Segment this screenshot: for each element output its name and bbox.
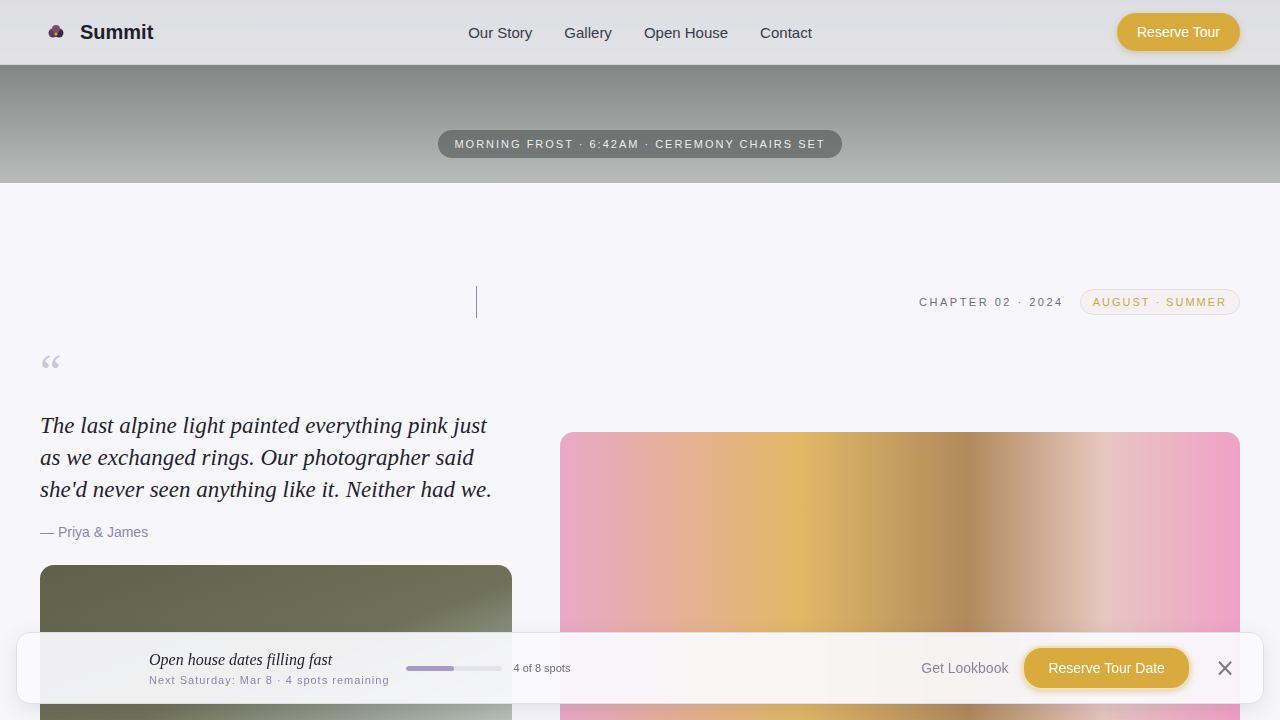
hero: Summit Our Story Gallery Open House Contact R… bbox=[0, 0, 1280, 183]
nav: Our Story Gallery Open House Contact bbox=[468, 24, 812, 41]
header: Summit Our Story Gallery Open House Contact R… bbox=[0, 0, 1280, 65]
banner-title: Open house dates filling fast bbox=[149, 651, 390, 669]
reserve-tour-date-button[interactable]: Reserve Tour Date bbox=[1022, 646, 1190, 690]
banner-subtitle: Next Saturday: Mar 8 · 4 spots remaining bbox=[149, 674, 390, 686]
quote: The last alpine light painted everything… bbox=[40, 410, 512, 506]
nav-link[interactable]: Contact bbox=[760, 24, 812, 41]
quote-mark: “ bbox=[40, 352, 512, 388]
lookbook-link[interactable]: Get Lookbook bbox=[921, 660, 1008, 676]
page: Summit Our Story Gallery Open House Contact R… bbox=[0, 0, 1280, 720]
season-badge: AUGUST · SUMMER bbox=[1080, 289, 1240, 315]
spots-progress bbox=[406, 666, 502, 671]
nav-link[interactable]: Open House bbox=[644, 24, 728, 41]
chapter-label: CHAPTER 02 · 2024 bbox=[919, 296, 1064, 308]
spots-reading: 4 of 8 spots bbox=[514, 662, 571, 674]
attribution: — Priya & James bbox=[40, 524, 512, 540]
open-house-banner: Open house dates filling fast Next Saturd… bbox=[16, 632, 1264, 704]
brand[interactable]: Summit bbox=[40, 21, 468, 44]
nav-link[interactable]: Our Story bbox=[468, 24, 532, 41]
logo-icon bbox=[46, 22, 66, 42]
hero-caption: MORNING FROST · 6:42AM · CEREMONY CHAIRS… bbox=[438, 130, 841, 158]
brand-name: Summit bbox=[80, 21, 153, 44]
divider-line bbox=[476, 286, 477, 318]
reserve-tour-button[interactable]: Reserve Tour bbox=[1117, 13, 1240, 51]
nav-link[interactable]: Gallery bbox=[564, 24, 612, 41]
close-button[interactable]: × bbox=[1211, 656, 1239, 680]
meta-row: CHAPTER 02 · 2024 AUGUST · SUMMER bbox=[40, 286, 1240, 318]
